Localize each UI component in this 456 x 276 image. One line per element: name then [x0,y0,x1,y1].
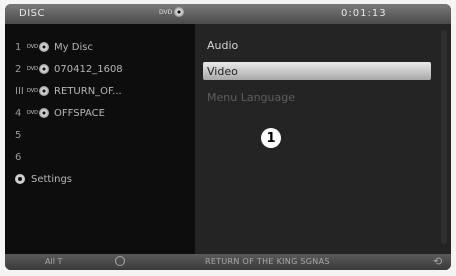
clock-icon [115,256,125,266]
item-label: RETURN_OF... [54,85,122,97]
disc-icon [174,7,185,17]
dvd-badge: DVD [27,108,50,118]
submenu-item-video[interactable]: Video [203,62,431,80]
dvd-badge: DVD [27,86,50,96]
submenu-item-menu-language[interactable]: Menu Language [207,88,295,106]
disc-type-indicator: DVD [159,7,185,17]
submenu-panel: Audio Video Menu Language [195,24,451,254]
item-number: 1 [15,41,22,53]
disc-icon [39,86,50,96]
now-playing-title: RETURN OF THE KING SGNAS [205,257,330,266]
dvd-badge: DVD [27,42,50,52]
item-label: OFFSPACE [54,107,105,119]
repeat-icon: ⟲ [433,255,443,268]
item-number: 6 [15,151,22,163]
playback-time: 0:01:13 [341,8,387,19]
disc-icon [39,64,50,74]
submenu-item-audio[interactable]: Audio [207,36,238,54]
disc-icon [39,42,50,52]
item-number: 2 [15,63,22,75]
disc-list-panel: 1 DVD My Disc 2 DVD 070412_1608 III DVD … [5,24,195,254]
scrollbar[interactable] [441,30,447,244]
item-number: 4 [15,107,22,119]
gear-icon [15,174,25,184]
dvd-badge-text: DVD [159,8,173,16]
item-label: My Disc [54,41,93,53]
source-label: DISC [19,8,45,19]
disc-list-item-6[interactable]: 6 [15,148,27,166]
disc-list-item-1[interactable]: 1 DVD My Disc [15,38,93,56]
top-status-bar: DISC DVD 0:01:13 [5,4,451,24]
repeat-mode-label: All T [45,257,63,266]
dvd-badge: DVD [27,64,50,74]
disc-list-item-5[interactable]: 5 [15,126,27,144]
disc-list-item-4[interactable]: 4 DVD OFFSPACE [15,104,105,122]
disc-list-item-3[interactable]: III DVD RETURN_OF... [15,82,122,100]
item-number: 5 [15,129,22,141]
disc-list-item-2[interactable]: 2 DVD 070412_1608 [15,60,123,78]
player-screen: DISC DVD 0:01:13 1 DVD My Disc 2 DVD 070… [5,4,451,270]
callout-marker: 1 [261,128,281,148]
bottom-status-bar: All T RETURN OF THE KING SGNAS ⟲ [5,254,451,270]
item-number: III [15,85,24,97]
settings-label: Settings [31,173,73,185]
item-label: 070412_1608 [54,63,123,75]
disc-icon [39,108,50,118]
settings-item[interactable]: Settings [15,170,72,188]
